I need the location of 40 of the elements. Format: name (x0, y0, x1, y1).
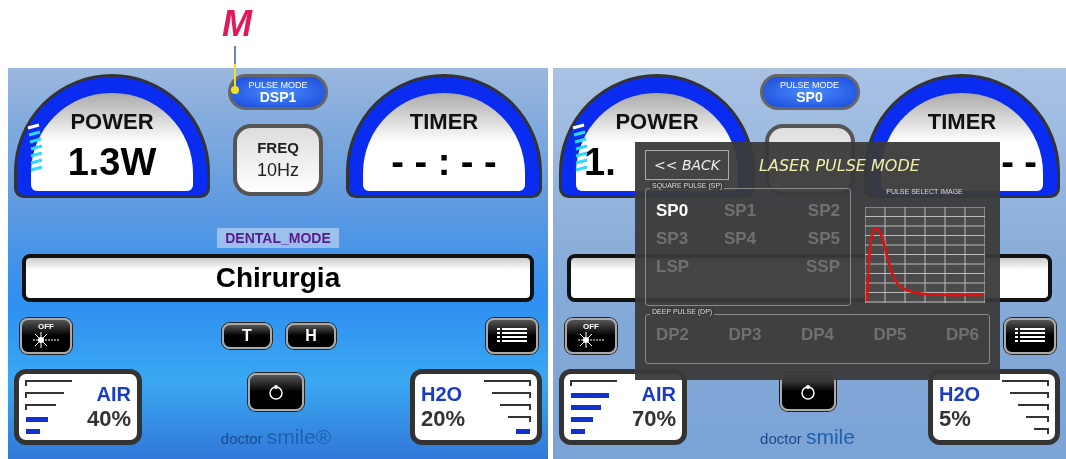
water-value: 20% (421, 405, 466, 432)
air-label: AIR (96, 382, 131, 406)
pulse-mode-button[interactable]: PULSE MODE DSP1 (228, 74, 328, 110)
timer-value: - - (1001, 141, 1037, 184)
power-label: POWER (615, 109, 699, 135)
dialog-title: LASER PULSE MODE (759, 155, 920, 175)
menu-button[interactable] (486, 318, 538, 354)
water-value: 5% (939, 405, 971, 432)
menu-button[interactable] (1004, 318, 1056, 354)
timer-label: TIMER (927, 109, 997, 135)
water-label: H2O (939, 382, 981, 406)
frequency-button[interactable]: FREQ 10Hz (233, 124, 323, 196)
annotation-letter: M (222, 6, 252, 42)
power-value: 1.3W (67, 141, 157, 184)
tool-button[interactable]: T (222, 323, 272, 349)
timer-label: TIMER (409, 109, 479, 135)
power-icon (798, 383, 817, 401)
back-button[interactable]: << BACK (645, 150, 730, 180)
mode-label: DENTAL_MODE (217, 228, 339, 248)
light-icon (31, 331, 61, 349)
pulse-option[interactable]: SP0 (656, 201, 704, 221)
leader-line (229, 46, 241, 96)
timer-value: - - : - - (391, 141, 497, 184)
power-icon (267, 383, 285, 401)
menu-icon (497, 328, 527, 344)
brand-logo: doctor smile (760, 425, 855, 449)
air-value: 70% (631, 405, 676, 432)
air-label: AIR (641, 382, 676, 406)
power-label: POWER (70, 109, 154, 135)
tool-button[interactable]: H (286, 323, 336, 349)
light-icon (576, 331, 606, 349)
light-toggle-button[interactable]: OFF (20, 318, 72, 354)
water-label: H2O (421, 382, 463, 406)
menu-icon (1015, 328, 1045, 344)
power-button[interactable] (248, 373, 304, 411)
power-value: 1. (584, 141, 616, 184)
mode-display: Chirurgia (22, 254, 534, 302)
air-value: 40% (86, 405, 131, 432)
pulse-mode-button[interactable]: PULSE MODE SP0 (759, 74, 860, 110)
light-toggle-button[interactable]: OFF (565, 318, 617, 354)
